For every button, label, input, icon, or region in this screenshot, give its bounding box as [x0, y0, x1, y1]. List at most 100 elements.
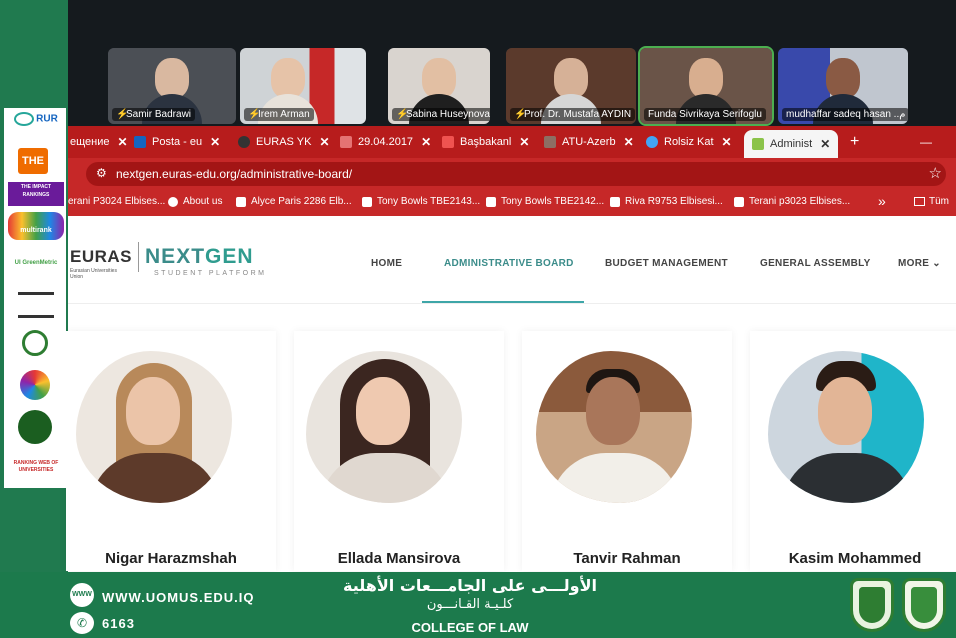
logo-euras-subtitle: Eurasian Universities Union: [70, 268, 117, 280]
bookmark-label: Riva R9753 Elbisesi...: [625, 196, 723, 207]
folder-label: Tüm: [929, 196, 949, 207]
dress-icon: [236, 196, 246, 207]
address-bar: nextgen.euras-edu.org/administrative-boa…: [68, 158, 956, 190]
browser-tab[interactable]: Posta - eu ✕: [134, 131, 220, 153]
bookmark-star-icon[interactable]: ☆: [929, 164, 942, 182]
phone-number: 6163: [102, 616, 135, 631]
globe-icon: [168, 196, 178, 207]
bookmark-label: Terani p3023 Elbises...: [749, 196, 851, 207]
member-card[interactable]: Kasim Mohammed: [750, 331, 956, 571]
member-photo: [768, 351, 924, 503]
participant-tile[interactable]: mudhaffar sadeq hasan ..م: [778, 48, 908, 124]
more-bookmarks-button[interactable]: »: [878, 193, 886, 209]
tab-label: EURAS YK: [256, 136, 312, 148]
chevron-down-icon: ⌄: [932, 258, 941, 269]
url-input[interactable]: nextgen.euras-edu.org/administrative-boa…: [86, 162, 946, 186]
member-name: Kasim Mohammed: [788, 550, 922, 567]
browser-tab[interactable]: Rolsiz Kat ✕: [646, 131, 732, 153]
bookmark-item[interactable]: Tony Bowls TBE2143...: [362, 196, 480, 207]
tab-bar: ещение ✕ Posta - eu ✕ EURAS YK ✕ 29.04.2…: [68, 126, 956, 158]
participant-tile[interactable]: Irem Arman ⚡: [240, 48, 366, 124]
dress-icon: [362, 196, 372, 207]
logo-platform-text: STUDENT PLATFORM: [154, 270, 267, 277]
participant-tile[interactable]: Prof. Dr. Mustafa AYDIN ⚡: [506, 48, 636, 124]
browser-tab[interactable]: EURAS YK ✕: [238, 131, 330, 153]
new-tab-button[interactable]: +: [850, 131, 859, 153]
participant-tile[interactable]: Sabina Huseynova ⚡: [388, 48, 490, 124]
bookmark-label: Tony Bowls TBE2143...: [377, 196, 481, 207]
close-icon[interactable]: ✕: [319, 135, 329, 149]
bookmark-label: Alyce Paris 2286 Elb...: [251, 196, 352, 207]
logo-divider: [138, 242, 140, 272]
tab-label: ATU-Azerb: [562, 136, 616, 148]
bookmark-item[interactable]: erani P3024 Elbises...: [68, 196, 165, 207]
bookmark-item[interactable]: Riva R9753 Elbisesi...: [610, 196, 723, 207]
bookmark-label: Tony Bowls TBE2142...: [501, 196, 605, 207]
browser-tab[interactable]: ещение ✕: [70, 131, 128, 153]
tab-label: 29.04.2017: [358, 136, 414, 148]
browser-tab-active[interactable]: Administ ✕: [744, 130, 839, 158]
participant-name: Funda Sivrikaya Serifoglu: [644, 108, 766, 121]
document-icon: [340, 136, 352, 148]
university-banner: WWW WWW.UOMUS.EDU.IQ ✆ 6163 الأولـــى عل…: [0, 572, 956, 638]
participant-tile[interactable]: Samir Badrawi ⚡: [108, 48, 236, 124]
ranking-web-logo: RANKING WEB OF UNIVERSITIES: [13, 460, 59, 473]
close-icon[interactable]: ✕: [118, 135, 128, 149]
close-icon[interactable]: ✕: [624, 135, 634, 149]
nav-more-label: MORE: [898, 258, 930, 269]
minimize-button[interactable]: —: [920, 131, 932, 153]
institution-logo: [18, 292, 54, 318]
tab-label: Posta - eu: [152, 136, 203, 148]
nav-budget-management[interactable]: BUDGET MANAGEMENT: [605, 258, 728, 269]
participant-name: mudhaffar sadeq hasan ..م: [782, 108, 908, 121]
the-logo: THE: [18, 148, 48, 174]
member-card[interactable]: Tanvir Rahman: [522, 331, 732, 571]
zoom-icon: [646, 136, 658, 148]
tab-label: Administ: [770, 138, 813, 150]
member-photo: [76, 351, 232, 503]
dress-icon: [486, 196, 496, 207]
logo-euras-text: EURAS: [70, 247, 133, 266]
close-icon[interactable]: ✕: [722, 135, 732, 149]
sdg-logo: [20, 370, 50, 400]
member-name: Nigar Harazmshah: [105, 550, 237, 567]
participant-tile-active-speaker[interactable]: Funda Sivrikaya Serifoglu: [638, 46, 774, 126]
nav-more[interactable]: MORE ⌄: [898, 258, 941, 269]
bookmark-item[interactable]: Alyce Paris 2286 Elb...: [236, 196, 352, 207]
euras-nextgen-logo[interactable]: EURAS Eurasian Universities Union NEXTGE…: [70, 242, 264, 280]
close-icon[interactable]: ✕: [519, 135, 529, 149]
member-photo: [536, 351, 692, 503]
member-card[interactable]: Nigar Harazmshah: [66, 331, 276, 571]
browser-window: ещение ✕ Posta - eu ✕ EURAS YK ✕ 29.04.2…: [66, 126, 956, 572]
document-icon: [442, 136, 454, 148]
member-name: Tanvir Rahman: [573, 550, 681, 567]
bookmark-item[interactable]: About us: [168, 196, 222, 207]
nav-general-assembly[interactable]: GENERAL ASSEMBLY: [760, 258, 871, 269]
close-icon[interactable]: ✕: [210, 135, 220, 149]
tab-label: Başbakanl: [460, 136, 512, 148]
site-icon: [752, 138, 764, 150]
mic-muted-icon: ⚡: [116, 109, 129, 120]
member-card[interactable]: Ellada Mansirova: [294, 331, 504, 571]
dress-icon: [734, 196, 744, 207]
nav-administrative-board[interactable]: ADMINISTRATIVE BOARD: [444, 258, 574, 269]
folder-icon: [914, 197, 925, 206]
browser-tab[interactable]: 29.04.2017 ✕: [340, 131, 431, 153]
close-icon[interactable]: ✕: [421, 135, 431, 149]
bookmark-item[interactable]: Tony Bowls TBE2142...: [486, 196, 604, 207]
website-content: EURAS Eurasian Universities Union NEXTGE…: [66, 216, 956, 572]
logo-gen-text: GEN: [205, 245, 254, 268]
mic-muted-icon: ⚡: [248, 109, 261, 120]
rankings-logo-column: RUR THE THE IMPACT RANKINGS multirank UI…: [4, 108, 66, 488]
bookmark-label: About us: [183, 196, 223, 207]
close-icon[interactable]: ✕: [820, 137, 830, 151]
browser-tab[interactable]: Başbakanl ✕: [442, 131, 529, 153]
outlook-icon: [134, 136, 146, 148]
rur-logo-text: RUR: [36, 113, 58, 125]
site-info-icon[interactable]: ⚙: [96, 166, 107, 180]
nav-home[interactable]: HOME: [371, 258, 402, 269]
browser-tab[interactable]: ATU-Azerb ✕: [544, 131, 634, 153]
bookmark-item[interactable]: Terani p3023 Elbises...: [734, 196, 850, 207]
all-bookmarks-folder[interactable]: Tüm: [914, 196, 949, 207]
video-call-strip: Samir Badrawi ⚡ Irem Arman ⚡ Sabina Huse…: [68, 0, 956, 126]
